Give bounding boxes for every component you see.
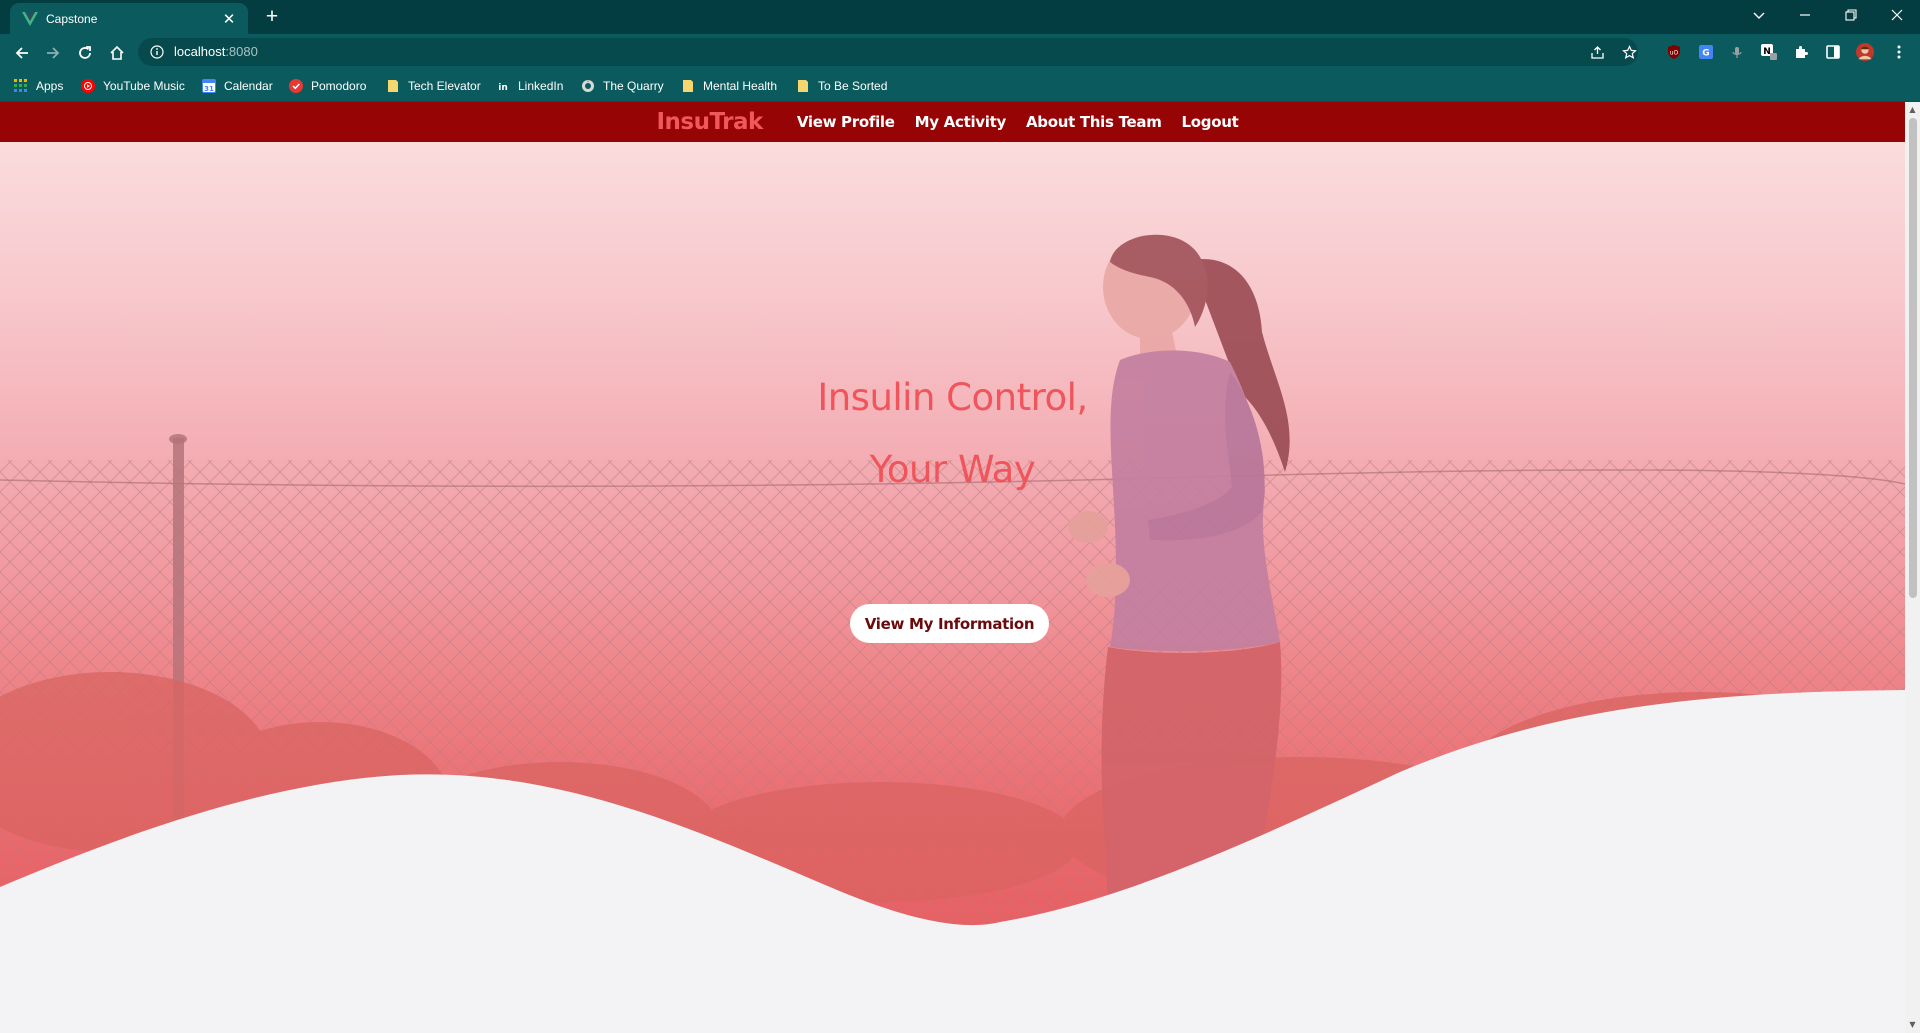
notion-extension-icon[interactable]: N: [1760, 43, 1778, 61]
home-button[interactable]: [104, 40, 130, 66]
svg-text:31: 31: [204, 85, 214, 93]
close-icon[interactable]: ✕: [220, 10, 238, 28]
nav-link-logout[interactable]: Logout: [1182, 113, 1239, 131]
forward-button[interactable]: [40, 40, 66, 66]
microphone-extension-icon[interactable]: [1728, 43, 1746, 61]
url-host: localhost: [174, 44, 226, 59]
youtube-music-icon: [81, 79, 95, 93]
side-panel-icon[interactable]: [1824, 43, 1842, 61]
reload-icon: [79, 46, 91, 59]
browser-tab[interactable]: Capstone ✕: [10, 3, 248, 34]
nav-link-about-this-team[interactable]: About This Team: [1026, 113, 1162, 131]
bookmark-tech-elevator[interactable]: Tech Elevator: [386, 78, 481, 94]
scroll-down-arrow-icon[interactable]: ▼: [1908, 1020, 1917, 1029]
bookmark-label: Tech Elevator: [408, 79, 481, 93]
hero-title-line-1: Insulin Control,: [817, 376, 1088, 419]
browser-toolbar: localhost:8080 uO G N: [0, 34, 1920, 70]
back-button[interactable]: [9, 40, 35, 66]
puzzle-icon[interactable]: [1792, 43, 1810, 61]
url-port: :8080: [225, 44, 258, 59]
chevron-down-icon: [1753, 12, 1765, 19]
bookmark-youtube-music[interactable]: YouTube Music: [81, 78, 185, 94]
calendar-icon: 31: [202, 79, 216, 93]
address-bar[interactable]: localhost:8080: [138, 38, 1638, 66]
bookmark-calendar[interactable]: 31 Calendar: [202, 78, 273, 94]
bookmark-the-quarry[interactable]: The Quarry: [581, 78, 664, 94]
minimize-icon: [1800, 14, 1810, 16]
forward-arrow-icon: [47, 47, 60, 59]
translate-extension-icon[interactable]: G: [1697, 43, 1715, 61]
kebab-menu-icon[interactable]: [1890, 43, 1908, 61]
home-icon: [110, 45, 124, 60]
bookmark-label: To Be Sorted: [818, 79, 888, 93]
scrollbar-thumb[interactable]: [1909, 118, 1917, 598]
bookmark-apps[interactable]: Apps: [14, 78, 63, 94]
bookmark-label: YouTube Music: [103, 79, 185, 93]
linkedin-icon: in: [496, 79, 510, 93]
ublock-extension-icon[interactable]: uO: [1665, 43, 1683, 61]
quarry-icon: [582, 80, 594, 92]
tab-search-button[interactable]: [1736, 0, 1782, 30]
pomodoro-icon: [289, 79, 303, 93]
bookmark-to-be-sorted[interactable]: To Be Sorted: [796, 78, 887, 94]
back-arrow-icon: [15, 47, 28, 59]
bookmark-label: The Quarry: [603, 79, 664, 93]
view-my-information-button[interactable]: View My Information: [850, 604, 1049, 643]
info-icon[interactable]: [150, 45, 164, 59]
folder-icon: [388, 80, 398, 92]
tab-title: Capstone: [46, 11, 98, 26]
url-text: localhost:8080: [174, 44, 258, 59]
bookmark-label: Apps: [36, 79, 64, 93]
bookmark-label: Mental Health: [703, 79, 778, 93]
svg-text:uO: uO: [1670, 50, 1679, 57]
tab-strip: Capstone ✕ +: [0, 0, 1920, 34]
reload-button[interactable]: [72, 40, 98, 66]
bookmark-label: LinkedIn: [518, 79, 564, 93]
hero-title-line-2: Your Way: [869, 448, 1036, 491]
close-window-button[interactable]: [1874, 0, 1920, 30]
avatar[interactable]: [1856, 43, 1874, 61]
site-navbar: InsuTrak View Profile My Activity About …: [0, 102, 1905, 142]
hero-background-image: [0, 234, 1905, 1033]
restore-icon: [1845, 9, 1857, 21]
close-icon: [1891, 9, 1903, 21]
share-icon[interactable]: [1590, 45, 1605, 60]
apps-grid-icon: [14, 79, 27, 92]
folder-icon: [798, 80, 808, 92]
minimize-button[interactable]: [1782, 0, 1828, 30]
svg-text:N: N: [1763, 47, 1771, 57]
new-tab-button[interactable]: +: [260, 5, 284, 29]
bookmark-label: Calendar: [224, 79, 273, 93]
bookmark-mental-health[interactable]: Mental Health: [681, 78, 777, 94]
bookmark-pomodoro[interactable]: Pomodoro: [289, 78, 366, 94]
vue-logo-icon: [22, 11, 38, 26]
folder-icon: [683, 80, 693, 92]
scroll-up-arrow-icon[interactable]: ▲: [1908, 105, 1917, 114]
brand-logo[interactable]: InsuTrak: [656, 109, 763, 135]
nav-link-view-profile[interactable]: View Profile: [797, 113, 895, 131]
page-scrollbar[interactable]: ▲ ▼: [1905, 102, 1920, 1033]
restore-button[interactable]: [1828, 0, 1874, 30]
nav-link-my-activity[interactable]: My Activity: [915, 113, 1007, 131]
bookmarks-bar: Apps YouTube Music 31 Calendar Pomodoro …: [0, 70, 1920, 102]
hero-section: Insulin Control, Your Way View My Inform…: [0, 142, 1905, 1033]
svg-text:in: in: [498, 83, 508, 93]
bookmark-linkedin[interactable]: in LinkedIn: [496, 78, 563, 94]
star-icon[interactable]: [1622, 45, 1637, 60]
page-viewport: InsuTrak View Profile My Activity About …: [0, 102, 1905, 1033]
svg-text:G: G: [1702, 49, 1709, 59]
bookmark-label: Pomodoro: [311, 79, 367, 93]
